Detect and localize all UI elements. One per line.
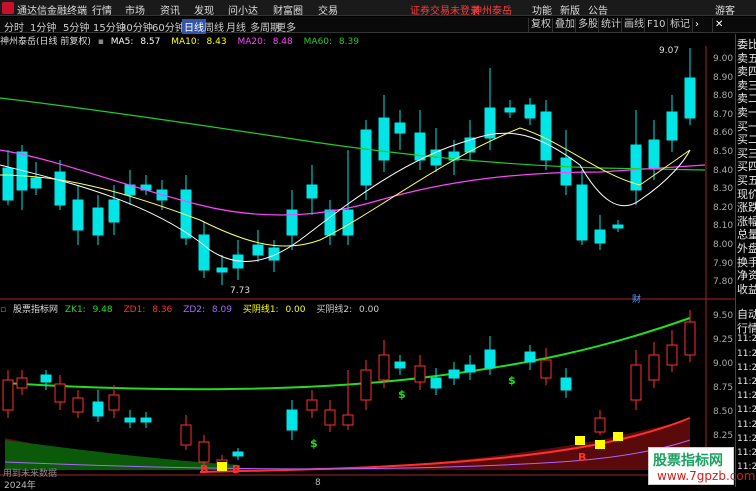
buy-yin1-value: 0.00: [285, 305, 306, 315]
indicator-infobar: ▫ 股票指标网 ZK1: 9.48 ZD1: 8.36 ZD2: 8.09 买阴…: [0, 302, 387, 315]
high-price-label: 9.07: [659, 46, 680, 56]
price-tick: 8.40: [713, 165, 734, 176]
date-label-year: 2024年: [4, 481, 36, 491]
indicator-price-tick: 8.50: [713, 407, 734, 417]
signal-marker: $: [398, 388, 406, 401]
signal-marker: $: [508, 374, 516, 387]
price-tick: 8.90: [713, 72, 734, 83]
tick-item-10: 11:27: [737, 448, 756, 458]
price-tick: 7.90: [713, 258, 734, 269]
signal-marker: B: [578, 451, 587, 464]
tick-item-2: 11:26: [737, 334, 756, 345]
main-candles: [2, 48, 696, 285]
indicator-price-tick: 9.25: [713, 335, 734, 345]
tick-item-5: 11:26: [737, 377, 756, 387]
signal-marker: B: [232, 463, 241, 476]
price-tick: 8.00: [713, 240, 734, 250]
quote-side-panel: 委比 卖五 卖四 卖三 卖二 卖一 买一 买二 买三 买四 买五 现价 涨跌 涨幅 总量 外盘 换手 净资 收益 自动…: [735, 34, 756, 487]
buy-yin2-label: 买阴线2:: [316, 305, 353, 315]
price-tick: 8.60: [713, 128, 734, 139]
buy-yin1-label: 买阴线1:: [242, 305, 279, 315]
indicator-name[interactable]: 股票指标网: [13, 305, 58, 315]
indicator-price-tick: 9.00: [713, 359, 734, 369]
signal-marker: $: [310, 437, 318, 450]
indicator-price-tick: 8.75: [713, 383, 734, 393]
zd2-label: ZD2:: [183, 305, 206, 315]
signal-marker: B: [200, 463, 209, 476]
finance-marker[interactable]: 财: [632, 292, 641, 305]
watermark-logo: 股票指标网 www.7gpzb.com: [648, 447, 755, 485]
price-tick: 8.50: [713, 147, 734, 157]
price-tick: 7.80: [713, 277, 734, 288]
tick-item-8: 11:27: [737, 419, 756, 430]
price-tick: 9.00: [713, 54, 734, 64]
watermark-line2: www.7gpzb.com: [657, 469, 756, 483]
tick-item-7: 11:26: [737, 405, 756, 416]
price-tick: 8.70: [713, 109, 734, 120]
zd1-label: ZD1:: [123, 305, 146, 315]
kline-chart[interactable]: [0, 0, 735, 487]
zk1-value: 9.48: [92, 305, 113, 315]
zd1-value: 8.36: [152, 305, 173, 315]
panel-item-18: 收益: [737, 282, 756, 296]
buy-yin2-value: 0.00: [359, 305, 380, 315]
price-tick: 8.80: [713, 91, 734, 102]
indicator-price-tick: 8.25: [713, 431, 734, 441]
tick-item-9: 11:27: [737, 433, 756, 444]
low-price-label: 7.73: [230, 286, 251, 296]
zd2-value: 8.09: [211, 305, 232, 315]
price-tick: 8.20: [713, 202, 734, 213]
tick-item-3: 11:26: [737, 348, 756, 359]
watermark-line1: 股票指标网: [653, 453, 723, 469]
tick-item-6: 11:26: [737, 391, 756, 402]
zk1-label: ZK1:: [64, 305, 86, 315]
price-tick: 8.30: [713, 184, 734, 195]
tick-item-4: 11:26: [737, 362, 756, 373]
price-tick: 8.10: [713, 221, 734, 232]
indicator-toggle-icon[interactable]: ▫: [0, 305, 6, 315]
indicator-price-tick: 9.50: [713, 311, 734, 321]
